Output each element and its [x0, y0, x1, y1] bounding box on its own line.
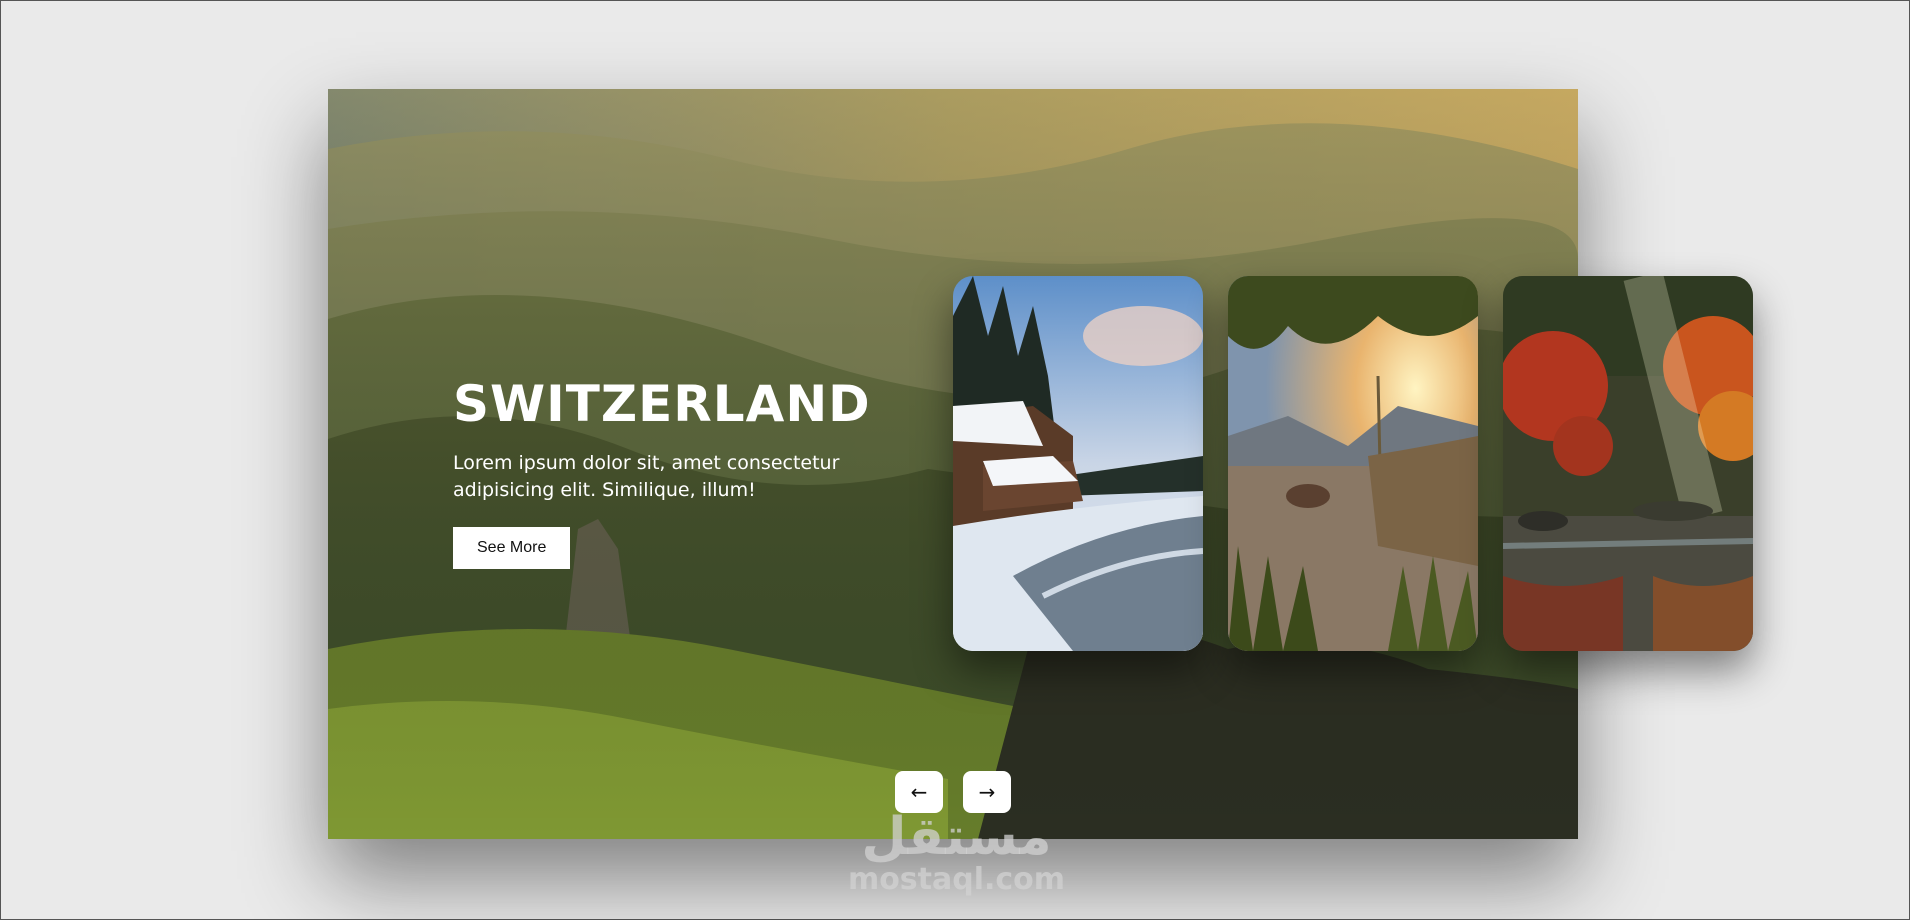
arrow-left-icon: ← [910, 780, 928, 804]
watermark-logo: مستقل [861, 811, 1052, 863]
watermark-site: mostaql.com [847, 862, 1066, 897]
watermark: مستقل mostaql.com [839, 811, 1074, 896]
arrow-right-icon: → [978, 780, 996, 804]
card-lake-sunset[interactable] [1228, 276, 1478, 651]
hero-title: SWITZERLAND [453, 375, 871, 433]
card-snowy-cabin[interactable] [953, 276, 1203, 651]
card-autumn-forest[interactable] [1503, 276, 1753, 651]
hero-content: SWITZERLAND Lorem ipsum dolor sit, amet … [453, 375, 873, 570]
slider-navigation: ← → [895, 771, 1011, 813]
see-more-button[interactable]: See More [453, 527, 571, 570]
prev-button[interactable]: ← [895, 771, 943, 813]
hero-slider: SWITZERLAND Lorem ipsum dolor sit, amet … [328, 89, 1753, 839]
hero-description: Lorem ipsum dolor sit, amet consectetur … [453, 452, 840, 501]
next-button[interactable]: → [963, 771, 1011, 813]
